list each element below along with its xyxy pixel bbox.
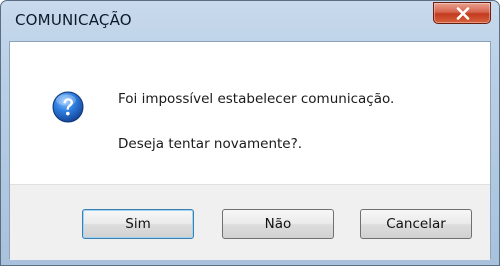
dialog-body: Foi impossível estabelecer comunicação. … (9, 41, 491, 260)
no-button[interactable]: Não (222, 209, 334, 239)
button-row: Sim Não Cancelar (10, 184, 490, 260)
message-text: Foi impossível estabelecer comunicação. (118, 91, 395, 107)
prompt-text: Deseja tentar novamente?. (118, 136, 303, 152)
cancel-button[interactable]: Cancelar (360, 209, 472, 239)
close-button[interactable] (433, 2, 491, 24)
dialog-window: COMUNICAÇÃO Foi impossível estabelecer c… (0, 0, 500, 266)
message-area: Foi impossível estabelecer comunicação. … (10, 42, 490, 184)
yes-button[interactable]: Sim (82, 209, 194, 239)
question-icon (52, 91, 84, 123)
window-title: COMUNICAÇÃO (15, 11, 132, 29)
title-bar[interactable]: COMUNICAÇÃO (1, 1, 499, 41)
close-icon (456, 7, 470, 20)
